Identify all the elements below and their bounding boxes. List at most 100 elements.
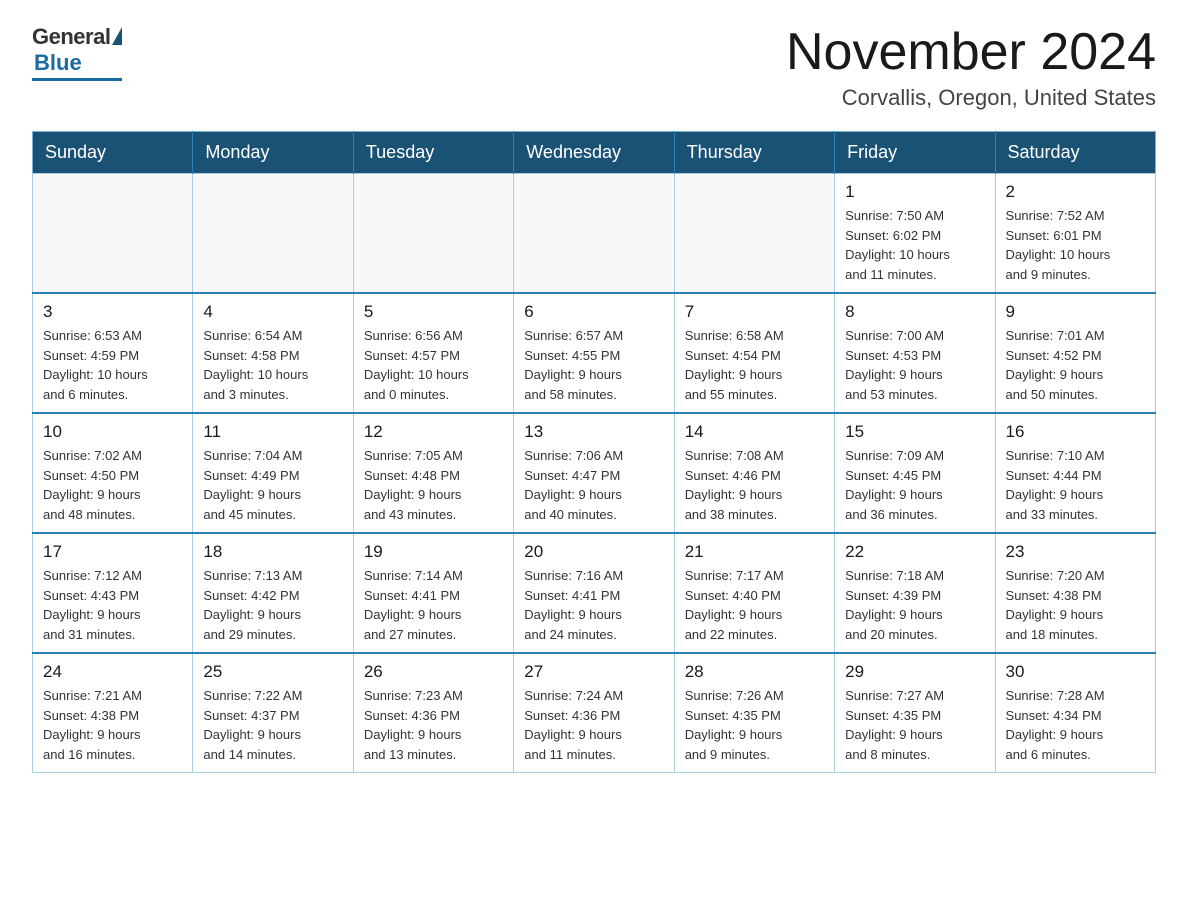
day-of-week-header: Thursday xyxy=(674,132,834,174)
day-info: Sunrise: 7:14 AM Sunset: 4:41 PM Dayligh… xyxy=(364,566,503,644)
calendar-day-cell: 19 Sunrise: 7:14 AM Sunset: 4:41 PM Dayli… xyxy=(353,533,513,653)
day-info: Sunrise: 7:16 AM Sunset: 4:41 PM Dayligh… xyxy=(524,566,663,644)
day-number: 12 xyxy=(364,422,503,442)
day-of-week-header: Monday xyxy=(193,132,353,174)
calendar-day-cell: 26Sunrise: 7:23 AM Sunset: 4:36 PM Dayli… xyxy=(353,653,513,773)
calendar-day-cell: 15 Sunrise: 7:09 AM Sunset: 4:45 PM Dayli… xyxy=(835,413,995,533)
day-number: 3 xyxy=(43,302,182,322)
day-info: Sunrise: 7:00 AM Sunset: 4:53 PM Dayligh… xyxy=(845,326,984,404)
calendar-title: November 2024 xyxy=(786,24,1156,81)
day-info: Sunrise: 7:28 AM Sunset: 4:34 PM Dayligh… xyxy=(1006,686,1145,764)
day-number: 6 xyxy=(524,302,663,322)
calendar-day-cell: 12 Sunrise: 7:05 AM Sunset: 4:48 PM Dayli… xyxy=(353,413,513,533)
title-section: November 2024 Corvallis, Oregon, United … xyxy=(786,24,1156,111)
calendar-week-row: 24 Sunrise: 7:21 AM Sunset: 4:38 PM Dayli… xyxy=(33,653,1156,773)
day-number: 28 xyxy=(685,662,824,682)
calendar-day-cell: 7 Sunrise: 6:58 AM Sunset: 4:54 PM Daylig… xyxy=(674,293,834,413)
calendar-day-cell: 27Sunrise: 7:24 AM Sunset: 4:36 PM Dayli… xyxy=(514,653,674,773)
calendar-day-cell xyxy=(33,174,193,294)
day-number: 26 xyxy=(364,662,503,682)
day-info: Sunrise: 7:02 AM Sunset: 4:50 PM Dayligh… xyxy=(43,446,182,524)
day-number: 24 xyxy=(43,662,182,682)
day-number: 25 xyxy=(203,662,342,682)
day-number: 27 xyxy=(524,662,663,682)
day-number: 10 xyxy=(43,422,182,442)
day-number: 8 xyxy=(845,302,984,322)
day-info: Sunrise: 7:10 AM Sunset: 4:44 PM Dayligh… xyxy=(1006,446,1145,524)
days-of-week-row: SundayMondayTuesdayWednesdayThursdayFrid… xyxy=(33,132,1156,174)
day-number: 18 xyxy=(203,542,342,562)
day-number: 23 xyxy=(1006,542,1145,562)
calendar-day-cell: 23 Sunrise: 7:20 AM Sunset: 4:38 PM Dayli… xyxy=(995,533,1155,653)
day-number: 2 xyxy=(1006,182,1145,202)
day-number: 13 xyxy=(524,422,663,442)
logo-underline xyxy=(32,78,122,81)
day-of-week-header: Saturday xyxy=(995,132,1155,174)
calendar-day-cell: 3 Sunrise: 6:53 AM Sunset: 4:59 PM Daylig… xyxy=(33,293,193,413)
day-info: Sunrise: 7:05 AM Sunset: 4:48 PM Dayligh… xyxy=(364,446,503,524)
calendar-day-cell: 16 Sunrise: 7:10 AM Sunset: 4:44 PM Dayli… xyxy=(995,413,1155,533)
day-info: Sunrise: 7:50 AM Sunset: 6:02 PM Dayligh… xyxy=(845,206,984,284)
day-info: Sunrise: 6:57 AM Sunset: 4:55 PM Dayligh… xyxy=(524,326,663,404)
calendar-day-cell: 10 Sunrise: 7:02 AM Sunset: 4:50 PM Dayli… xyxy=(33,413,193,533)
day-info: Sunrise: 7:17 AM Sunset: 4:40 PM Dayligh… xyxy=(685,566,824,644)
calendar-week-row: 10 Sunrise: 7:02 AM Sunset: 4:50 PM Dayli… xyxy=(33,413,1156,533)
day-number: 11 xyxy=(203,422,342,442)
day-number: 15 xyxy=(845,422,984,442)
calendar-header: SundayMondayTuesdayWednesdayThursdayFrid… xyxy=(33,132,1156,174)
day-info: Sunrise: 6:54 AM Sunset: 4:58 PM Dayligh… xyxy=(203,326,342,404)
day-info: Sunrise: 7:21 AM Sunset: 4:38 PM Dayligh… xyxy=(43,686,182,764)
day-info: Sunrise: 7:52 AM Sunset: 6:01 PM Dayligh… xyxy=(1006,206,1145,284)
calendar-body: 1Sunrise: 7:50 AM Sunset: 6:02 PM Daylig… xyxy=(33,174,1156,773)
day-of-week-header: Wednesday xyxy=(514,132,674,174)
calendar-day-cell: 29 Sunrise: 7:27 AM Sunset: 4:35 PM Dayli… xyxy=(835,653,995,773)
day-number: 14 xyxy=(685,422,824,442)
logo-blue-text: Blue xyxy=(34,50,82,76)
logo: General Blue xyxy=(32,24,122,81)
calendar-day-cell: 13 Sunrise: 7:06 AM Sunset: 4:47 PM Dayli… xyxy=(514,413,674,533)
calendar-day-cell: 30 Sunrise: 7:28 AM Sunset: 4:34 PM Dayli… xyxy=(995,653,1155,773)
day-info: Sunrise: 7:20 AM Sunset: 4:38 PM Dayligh… xyxy=(1006,566,1145,644)
calendar-week-row: 3 Sunrise: 6:53 AM Sunset: 4:59 PM Daylig… xyxy=(33,293,1156,413)
calendar-day-cell: 17Sunrise: 7:12 AM Sunset: 4:43 PM Dayli… xyxy=(33,533,193,653)
day-number: 19 xyxy=(364,542,503,562)
day-info: Sunrise: 6:56 AM Sunset: 4:57 PM Dayligh… xyxy=(364,326,503,404)
calendar-day-cell: 9 Sunrise: 7:01 AM Sunset: 4:52 PM Daylig… xyxy=(995,293,1155,413)
day-number: 20 xyxy=(524,542,663,562)
day-info: Sunrise: 7:13 AM Sunset: 4:42 PM Dayligh… xyxy=(203,566,342,644)
calendar-day-cell: 6 Sunrise: 6:57 AM Sunset: 4:55 PM Daylig… xyxy=(514,293,674,413)
calendar-day-cell: 18 Sunrise: 7:13 AM Sunset: 4:42 PM Dayli… xyxy=(193,533,353,653)
day-info: Sunrise: 7:22 AM Sunset: 4:37 PM Dayligh… xyxy=(203,686,342,764)
day-info: Sunrise: 7:12 AM Sunset: 4:43 PM Dayligh… xyxy=(43,566,182,644)
day-number: 7 xyxy=(685,302,824,322)
calendar-table: SundayMondayTuesdayWednesdayThursdayFrid… xyxy=(32,131,1156,773)
day-info: Sunrise: 6:53 AM Sunset: 4:59 PM Dayligh… xyxy=(43,326,182,404)
day-info: Sunrise: 7:09 AM Sunset: 4:45 PM Dayligh… xyxy=(845,446,984,524)
calendar-day-cell: 21Sunrise: 7:17 AM Sunset: 4:40 PM Dayli… xyxy=(674,533,834,653)
logo-general-text: General xyxy=(32,24,110,50)
page-header: General Blue November 2024 Corvallis, Or… xyxy=(32,24,1156,111)
day-info: Sunrise: 7:27 AM Sunset: 4:35 PM Dayligh… xyxy=(845,686,984,764)
day-info: Sunrise: 6:58 AM Sunset: 4:54 PM Dayligh… xyxy=(685,326,824,404)
day-number: 16 xyxy=(1006,422,1145,442)
calendar-day-cell: 8 Sunrise: 7:00 AM Sunset: 4:53 PM Daylig… xyxy=(835,293,995,413)
day-number: 9 xyxy=(1006,302,1145,322)
day-number: 29 xyxy=(845,662,984,682)
day-info: Sunrise: 7:06 AM Sunset: 4:47 PM Dayligh… xyxy=(524,446,663,524)
day-number: 22 xyxy=(845,542,984,562)
calendar-day-cell xyxy=(353,174,513,294)
calendar-day-cell xyxy=(514,174,674,294)
calendar-day-cell: 22Sunrise: 7:18 AM Sunset: 4:39 PM Dayli… xyxy=(835,533,995,653)
day-number: 4 xyxy=(203,302,342,322)
day-number: 30 xyxy=(1006,662,1145,682)
calendar-day-cell: 4 Sunrise: 6:54 AM Sunset: 4:58 PM Daylig… xyxy=(193,293,353,413)
calendar-day-cell xyxy=(674,174,834,294)
calendar-day-cell: 5Sunrise: 6:56 AM Sunset: 4:57 PM Daylig… xyxy=(353,293,513,413)
logo-triangle-icon xyxy=(112,27,122,45)
day-info: Sunrise: 7:01 AM Sunset: 4:52 PM Dayligh… xyxy=(1006,326,1145,404)
day-info: Sunrise: 7:08 AM Sunset: 4:46 PM Dayligh… xyxy=(685,446,824,524)
calendar-day-cell: 1Sunrise: 7:50 AM Sunset: 6:02 PM Daylig… xyxy=(835,174,995,294)
calendar-subtitle: Corvallis, Oregon, United States xyxy=(786,85,1156,111)
calendar-week-row: 1Sunrise: 7:50 AM Sunset: 6:02 PM Daylig… xyxy=(33,174,1156,294)
day-info: Sunrise: 7:26 AM Sunset: 4:35 PM Dayligh… xyxy=(685,686,824,764)
